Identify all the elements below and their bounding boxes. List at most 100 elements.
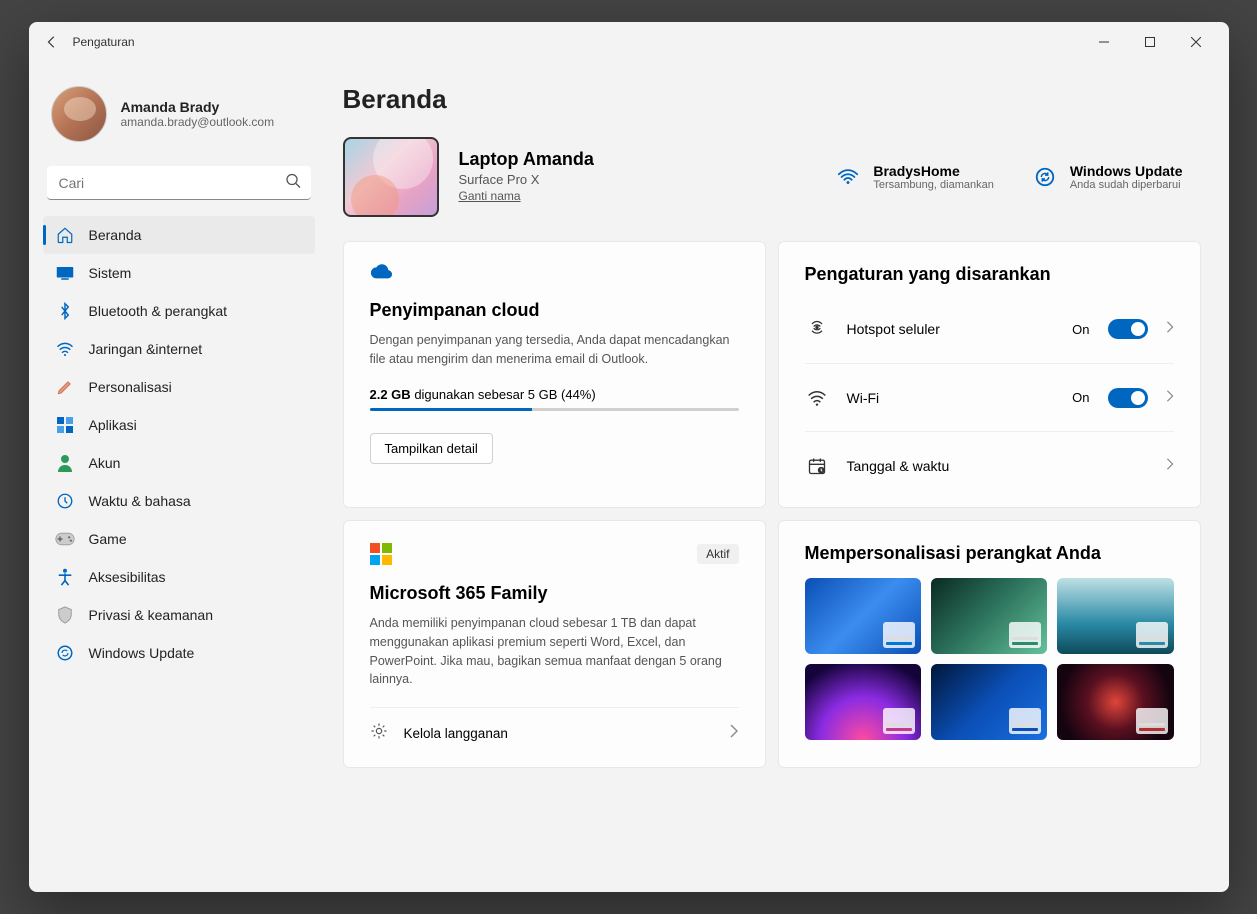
home-icon — [55, 225, 75, 245]
theme-option[interactable] — [931, 578, 1047, 654]
rec-item-icon — [805, 319, 829, 339]
game-icon — [55, 529, 75, 549]
system-icon — [55, 263, 75, 283]
user-name: Amanda Brady — [121, 99, 275, 115]
recommended-item[interactable]: Wi-Fi On — [805, 363, 1174, 431]
toggle-switch[interactable] — [1108, 319, 1148, 339]
theme-chip — [1136, 708, 1168, 734]
wifi-icon — [835, 164, 861, 190]
nav-item-clock[interactable]: Waktu & bahasa — [43, 482, 315, 520]
cloud-usage: 2.2 GB digunakan sebesar 5 GB (44%) — [370, 387, 739, 402]
chevron-right-icon — [1166, 389, 1174, 407]
wifi-icon — [55, 339, 75, 359]
nav-item-label: Jaringan &internet — [89, 341, 203, 357]
theme-chip — [1009, 708, 1041, 734]
gear-icon — [370, 722, 388, 745]
nav-item-label: Aplikasi — [89, 417, 137, 433]
nav-item-shield[interactable]: Privasi & keamanan — [43, 596, 315, 634]
personalize-card: Mempersonalisasi perangkat Anda — [778, 520, 1201, 768]
theme-chip — [883, 708, 915, 734]
clock-icon — [55, 491, 75, 511]
nav-list: Beranda Sistem Bluetooth & perangkat Jaring… — [43, 216, 315, 672]
toggle-switch[interactable] — [1108, 388, 1148, 408]
nav-item-label: Aksesibilitas — [89, 569, 166, 585]
nav-item-system[interactable]: Sistem — [43, 254, 315, 292]
nav-item-label: Bluetooth & perangkat — [89, 303, 228, 319]
device-thumbnail[interactable] — [343, 137, 439, 217]
sidebar: Amanda Brady amanda.brady@outlook.com Be… — [29, 62, 329, 892]
nav-item-person[interactable]: Akun — [43, 444, 315, 482]
m365-manage-label: Kelola langganan — [404, 726, 713, 741]
cloud-icon — [370, 264, 392, 286]
theme-option[interactable] — [1057, 664, 1173, 740]
rec-item-label: Wi-Fi — [847, 390, 1055, 406]
rec-item-icon — [805, 390, 829, 406]
nav-item-label: Game — [89, 531, 127, 547]
arrow-left-icon — [45, 35, 59, 49]
back-button[interactable] — [39, 29, 65, 55]
search-input[interactable] — [47, 166, 311, 200]
nav-item-access[interactable]: Aksesibilitas — [43, 558, 315, 596]
theme-chip — [1136, 622, 1168, 648]
cloud-text: Dengan penyimpanan yang tersedia, Anda d… — [370, 331, 739, 369]
nav-item-label: Akun — [89, 455, 121, 471]
maximize-icon — [1145, 37, 1155, 47]
close-icon — [1191, 37, 1201, 47]
wifi-status: Tersambung, diamankan — [873, 179, 993, 191]
rec-item-icon — [805, 456, 829, 476]
nav-item-wifi[interactable]: Jaringan &internet — [43, 330, 315, 368]
bluetooth-icon — [55, 301, 75, 321]
minimize-button[interactable] — [1081, 27, 1127, 57]
maximize-button[interactable] — [1127, 27, 1173, 57]
theme-option[interactable] — [931, 664, 1047, 740]
brush-icon — [55, 377, 75, 397]
nav-item-brush[interactable]: Personalisasi — [43, 368, 315, 406]
theme-grid — [805, 578, 1174, 740]
theme-chip — [1009, 622, 1041, 648]
m365-manage-row[interactable]: Kelola langganan — [370, 707, 739, 745]
profile-block[interactable]: Amanda Brady amanda.brady@outlook.com — [51, 86, 307, 142]
device-model: Surface Pro X — [459, 172, 594, 187]
minimize-icon — [1099, 37, 1109, 47]
header-update[interactable]: Windows Update Anda sudah diperbarui — [1032, 163, 1183, 191]
device-rename-link[interactable]: Ganti nama — [459, 189, 521, 203]
nav-item-label: Sistem — [89, 265, 132, 281]
cloud-progress — [370, 408, 739, 411]
nav-item-apps[interactable]: Aplikasi — [43, 406, 315, 444]
recommended-title: Pengaturan yang disarankan — [805, 264, 1174, 285]
search-icon — [285, 173, 301, 194]
theme-option[interactable] — [1057, 578, 1173, 654]
recommended-card: Pengaturan yang disarankan Hotspot selul… — [778, 241, 1201, 508]
recommended-item[interactable]: Tanggal & waktu — [805, 431, 1174, 499]
access-icon — [55, 567, 75, 587]
theme-chip — [883, 622, 915, 648]
page-title: Beranda — [343, 84, 1201, 115]
window-title: Pengaturan — [73, 35, 135, 49]
m365-text: Anda memiliki penyimpanan cloud sebesar … — [370, 614, 739, 689]
device-name: Laptop Amanda — [459, 149, 594, 170]
m365-card: Aktif Microsoft 365 Family Anda memiliki… — [343, 520, 766, 768]
recommended-item[interactable]: Hotspot selulerOn — [805, 295, 1174, 363]
close-button[interactable] — [1173, 27, 1219, 57]
shield-icon — [55, 605, 75, 625]
avatar — [51, 86, 107, 142]
header-wifi[interactable]: BradysHome Tersambung, diamankan — [835, 163, 993, 191]
toggle-state: On — [1072, 390, 1089, 405]
nav-item-label: Windows Update — [89, 645, 195, 661]
cloud-detail-button[interactable]: Tampilkan detail — [370, 433, 493, 464]
chevron-right-icon — [729, 724, 739, 743]
theme-option[interactable] — [805, 664, 921, 740]
nav-item-update[interactable]: Windows Update — [43, 634, 315, 672]
nav-item-home[interactable]: Beranda — [43, 216, 315, 254]
nav-item-label: Privasi & keamanan — [89, 607, 214, 623]
theme-option[interactable] — [805, 578, 921, 654]
nav-item-game[interactable]: Game — [43, 520, 315, 558]
m365-title: Microsoft 365 Family — [370, 583, 739, 604]
personalize-title: Mempersonalisasi perangkat Anda — [805, 543, 1174, 564]
cloud-storage-card: Penyimpanan cloud Dengan penyimpanan yan… — [343, 241, 766, 508]
rec-item-label: Hotspot seluler — [847, 321, 1055, 337]
rec-item-label: Tanggal & waktu — [847, 458, 1148, 474]
nav-item-bluetooth[interactable]: Bluetooth & perangkat — [43, 292, 315, 330]
update-icon — [1032, 164, 1058, 190]
nav-item-label: Personalisasi — [89, 379, 172, 395]
